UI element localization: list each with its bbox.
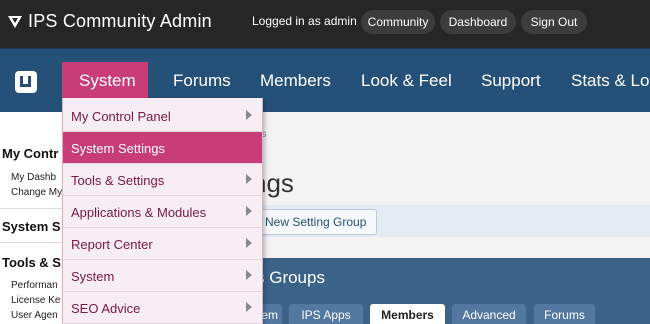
menu-item-label: My Control Panel xyxy=(71,109,171,124)
sign-out-link[interactable]: Sign Out xyxy=(521,10,587,34)
menu-item-label: System xyxy=(71,269,115,284)
menu-item-label: SEO Advice xyxy=(71,301,141,316)
tab-members[interactable]: Members xyxy=(370,304,445,324)
system-dropdown-menu: My Control Panel System Settings Tools &… xyxy=(62,98,263,324)
setting-groups-title: s Groups xyxy=(256,268,325,287)
new-setting-group-button[interactable]: New Setting Group xyxy=(256,209,378,235)
menu-item-tools-settings[interactable]: Tools & Settings xyxy=(63,164,262,196)
admin-top-bar: IPS Community Admin Logged in as admin C… xyxy=(0,0,650,48)
menu-item-label: System Settings xyxy=(71,141,165,156)
submenu-arrow-icon xyxy=(246,238,252,248)
app-title: IPS Community Admin xyxy=(28,11,212,31)
nav-tab-support[interactable]: Support xyxy=(481,71,541,91)
menu-item-label: Applications & Modules xyxy=(71,205,207,220)
sidebar-divider xyxy=(0,242,67,243)
community-link[interactable]: Community xyxy=(361,10,435,34)
sidebar-heading-my-control-panel: My Contr xyxy=(2,146,59,161)
submenu-arrow-icon xyxy=(246,110,252,120)
menu-item-system[interactable]: System xyxy=(63,260,262,292)
ips-logo-icon xyxy=(8,15,22,28)
submenu-arrow-icon xyxy=(246,302,252,312)
menu-item-applications-modules[interactable]: Applications & Modules xyxy=(63,196,262,228)
home-icon[interactable] xyxy=(15,71,37,93)
menu-item-label: Tools & Settings xyxy=(71,173,165,188)
submenu-arrow-icon xyxy=(246,270,252,280)
nav-tab-members[interactable]: Members xyxy=(260,71,331,91)
menu-item-seo-advice[interactable]: SEO Advice xyxy=(63,292,262,324)
menu-item-my-control-panel[interactable]: My Control Panel xyxy=(63,100,262,132)
submenu-arrow-icon xyxy=(246,206,252,216)
menu-item-label: Report Center xyxy=(71,237,153,252)
nav-tab-look-and-feel[interactable]: Look & Feel xyxy=(361,71,452,91)
sidebar-heading-tools-settings: Tools & S xyxy=(2,255,61,270)
dashboard-link[interactable]: Dashboard xyxy=(440,10,516,34)
nav-tab-stats-logs[interactable]: Stats & Log xyxy=(571,71,650,91)
tab-forums[interactable]: Forums xyxy=(534,304,595,324)
nav-tab-forums[interactable]: Forums xyxy=(173,71,231,91)
menu-item-report-center[interactable]: Report Center xyxy=(63,228,262,260)
sidebar-link-change-my[interactable]: Change My xyxy=(11,187,62,198)
sidebar-link-performance[interactable]: Performan xyxy=(11,280,58,291)
app-logo[interactable]: IPS Community Admin xyxy=(8,11,212,32)
sidebar-heading-system-settings[interactable]: System S xyxy=(2,219,61,234)
sidebar-divider xyxy=(0,208,67,209)
tab-ips-apps[interactable]: IPS Apps xyxy=(289,304,363,324)
sidebar-link-license-key[interactable]: License Ke xyxy=(11,295,60,306)
sidebar-link-my-dashboard[interactable]: My Dashb xyxy=(11,172,56,183)
submenu-arrow-icon xyxy=(246,174,252,184)
menu-item-system-settings[interactable]: System Settings xyxy=(63,132,262,164)
left-sidebar: My Contr My Dashb Change My System S Too… xyxy=(0,112,68,324)
logged-in-status: Logged in as admin xyxy=(252,14,357,28)
tab-advanced[interactable]: Advanced xyxy=(452,304,526,324)
sidebar-link-user-agents[interactable]: User Agen xyxy=(11,310,58,321)
nav-tab-system-label: System xyxy=(79,71,136,90)
